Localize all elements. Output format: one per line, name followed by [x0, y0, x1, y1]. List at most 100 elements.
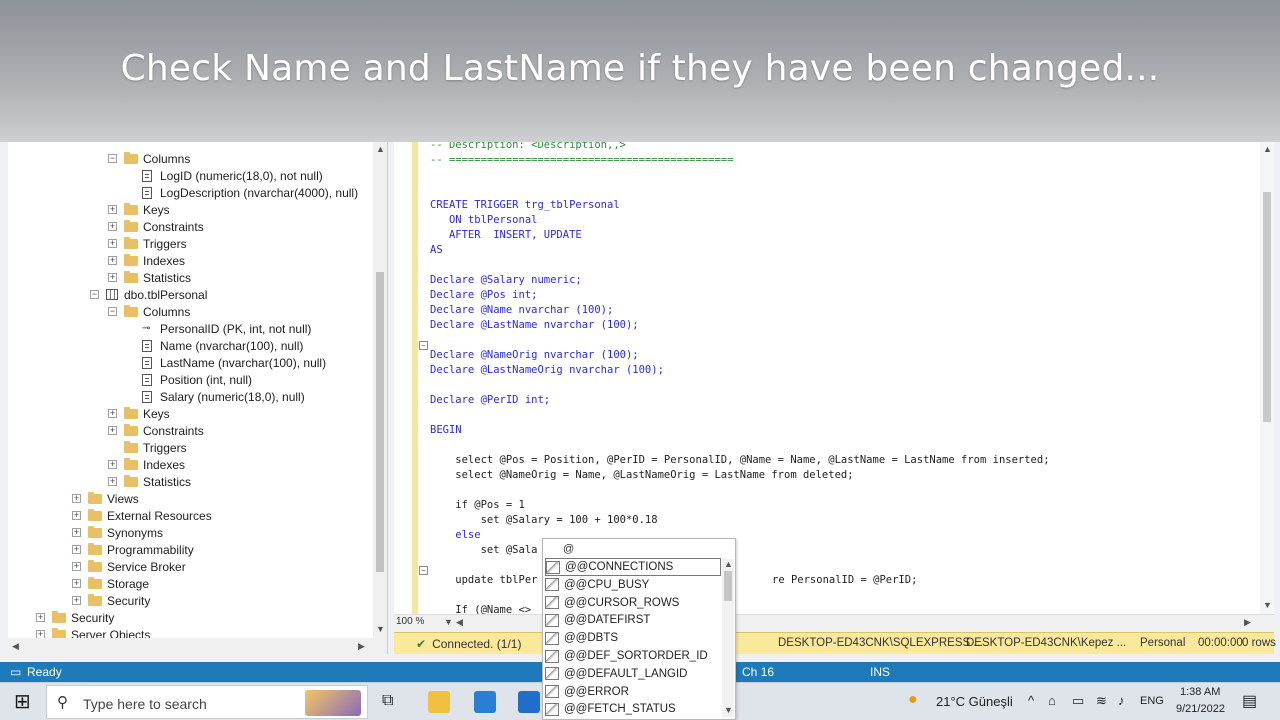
windows-start-icon[interactable]: ⊞ [14, 689, 31, 714]
tree-item[interactable]: + External Resources [72, 507, 212, 524]
expand-toggle-icon[interactable]: + [108, 256, 117, 265]
tray-overflow-icon[interactable]: ^ [1028, 693, 1034, 708]
tree-item[interactable]: Position (int, null) [142, 371, 252, 388]
code-line[interactable]: ON tblPersonal [430, 213, 538, 228]
expand-toggle-icon[interactable]: + [36, 613, 45, 622]
expand-toggle-icon[interactable]: + [108, 477, 117, 486]
tree-item[interactable]: + Keys [108, 405, 170, 422]
zoom-dropdown-icon[interactable]: ▼ [444, 617, 453, 627]
code-line[interactable]: Declare @NameOrig nvarchar (100); [430, 348, 639, 363]
code-line[interactable]: Declare @LastNameOrig nvarchar (100); [430, 363, 664, 378]
scroll-down-icon[interactable]: ▼ [1263, 600, 1272, 610]
clock-time[interactable]: 1:38 AM [1180, 686, 1220, 698]
expand-toggle-icon[interactable]: + [108, 426, 117, 435]
code-line[interactable]: Declare @PerID int; [430, 393, 550, 408]
code-line[interactable]: -- Description: <Description,,> [430, 142, 626, 153]
tree-item[interactable]: Triggers [108, 439, 187, 456]
scroll-up-icon[interactable]: ▲ [724, 559, 733, 569]
taskbar-search-box[interactable]: ⚲ Type here to search [46, 685, 368, 719]
tree-item[interactable]: + Service Broker [72, 558, 186, 575]
tree-item[interactable]: + Storage [72, 575, 149, 592]
expand-toggle-icon[interactable]: + [108, 222, 117, 231]
intellisense-item[interactable]: @@CONNECTIONS [545, 558, 721, 576]
weather-icon[interactable]: ● [908, 691, 918, 709]
query-editor[interactable]: − − − -- Description: <Description,,>-- … [394, 142, 1274, 630]
tree-item[interactable]: + Keys [108, 201, 170, 218]
tree-item[interactable]: + Indexes [108, 252, 185, 269]
intellisense-item[interactable]: @@FETCH_STATUS [545, 700, 721, 718]
code-line[interactable]: Declare @Pos int; [430, 288, 537, 303]
expand-toggle-icon[interactable]: + [108, 460, 117, 469]
outline-collapse-icon[interactable]: − [419, 341, 428, 350]
code-line[interactable]: set @Salary = 100 + 100*0.18 [430, 513, 658, 528]
scroll-left-icon[interactable]: ◀ [456, 617, 463, 628]
code-line[interactable]: update tblPer [430, 573, 537, 588]
code-line[interactable]: select @NameOrig = Name, @LastNameOrig =… [430, 468, 853, 483]
intellisense-item[interactable]: @@DATEFIRST [545, 611, 721, 629]
scroll-up-icon[interactable]: ▲ [1263, 144, 1272, 154]
scroll-down-icon[interactable]: ▼ [376, 624, 385, 634]
code-line[interactable]: Declare @LastName nvarchar (100); [430, 318, 639, 333]
editor-horizontal-scrollbar[interactable]: 100 % ▼ ◀ ▶ [394, 614, 1274, 630]
code-line[interactable]: -- =====================================… [430, 153, 733, 168]
code-line[interactable]: if @Pos = 1 [430, 498, 525, 513]
expand-toggle-icon[interactable]: + [108, 273, 117, 282]
intellisense-item[interactable]: @@CURSOR_ROWS [545, 594, 721, 612]
code-line[interactable]: AFTER INSERT, UPDATE [430, 228, 582, 243]
scroll-thumb[interactable] [724, 571, 732, 601]
scroll-down-icon[interactable]: ▼ [724, 705, 733, 715]
volume-icon[interactable]: ♪ [1118, 693, 1125, 708]
tree-item[interactable]: + Programmability [72, 541, 194, 558]
scroll-thumb[interactable] [1263, 192, 1271, 422]
language-indicator[interactable]: ENG [1140, 695, 1164, 707]
tree-item[interactable]: + Statistics [108, 269, 191, 286]
intellisense-item[interactable]: @@DEF_SORTORDER_ID [545, 647, 721, 665]
intellisense-item[interactable]: @@CPU_BUSY [545, 576, 721, 594]
expand-toggle-icon[interactable]: + [108, 205, 117, 214]
scroll-thumb[interactable] [376, 272, 384, 572]
scroll-right-icon[interactable]: ▶ [1244, 617, 1251, 628]
scroll-left-icon[interactable]: ◀ [12, 641, 19, 652]
code-line[interactable]: BEGIN [430, 423, 462, 438]
expand-toggle-icon[interactable]: + [72, 596, 81, 605]
tree-item[interactable]: Salary (numeric(18,0), null) [142, 388, 305, 405]
intellisense-item[interactable]: @@ERROR [545, 683, 721, 701]
expand-toggle-icon[interactable]: + [72, 562, 81, 571]
expand-toggle-icon[interactable]: + [72, 494, 81, 503]
tree-item[interactable]: + Triggers [108, 235, 187, 252]
code-line[interactable]: Declare @Name nvarchar (100); [430, 303, 613, 318]
weather-text[interactable]: 21°C Güneşli [936, 694, 1013, 709]
store-icon[interactable] [474, 691, 496, 713]
expand-toggle-icon[interactable]: + [72, 511, 81, 520]
tree-item[interactable]: LogID (numeric(18,0), not null) [142, 167, 323, 184]
file-explorer-icon[interactable] [428, 691, 450, 713]
expand-toggle-icon[interactable]: + [108, 409, 117, 418]
notifications-icon[interactable]: ▤ [1242, 691, 1257, 711]
outline-collapse-icon[interactable]: − [419, 566, 428, 575]
tree-item[interactable]: − Columns [108, 150, 190, 167]
battery-icon[interactable]: ▭ [1072, 693, 1084, 709]
expand-toggle-icon[interactable]: + [72, 579, 81, 588]
tree-item[interactable]: + Synonyms [72, 524, 163, 541]
wifi-icon[interactable]: ≋ [1096, 693, 1107, 709]
tree-item[interactable]: Name (nvarchar(100), null) [142, 337, 303, 354]
tree-item[interactable]: ⊸ PersonalID (PK, int, not null) [142, 320, 311, 337]
expand-toggle-icon[interactable]: + [72, 528, 81, 537]
intellisense-item[interactable]: @@DBTS [545, 629, 721, 647]
code-line[interactable]: else [430, 528, 480, 543]
code-line[interactable]: Declare @Salary numeric; [430, 273, 582, 288]
editor-vertical-scrollbar[interactable]: ▲ ▼ [1260, 142, 1274, 614]
network-icon[interactable]: ⌂ [1048, 693, 1056, 708]
expand-toggle-icon[interactable]: − [108, 154, 117, 163]
explorer-horizontal-scrollbar[interactable]: ◀ ▶ [8, 638, 387, 654]
expand-toggle-icon[interactable]: − [90, 290, 99, 299]
tree-item[interactable]: LastName (nvarchar(100), null) [142, 354, 326, 371]
tree-item[interactable]: + Constraints [108, 218, 204, 235]
tree-item[interactable]: LogDescription (nvarchar(4000), null) [142, 184, 358, 201]
tree-item[interactable]: + Indexes [108, 456, 185, 473]
code-line[interactable]: set @Sala [430, 543, 538, 558]
scroll-right-icon[interactable]: ▶ [358, 641, 365, 652]
code-line-tail[interactable]: re PersonalID = @PerID; [772, 573, 917, 588]
tree-item[interactable]: + Security [36, 609, 114, 626]
expand-toggle-icon[interactable]: − [108, 307, 117, 316]
